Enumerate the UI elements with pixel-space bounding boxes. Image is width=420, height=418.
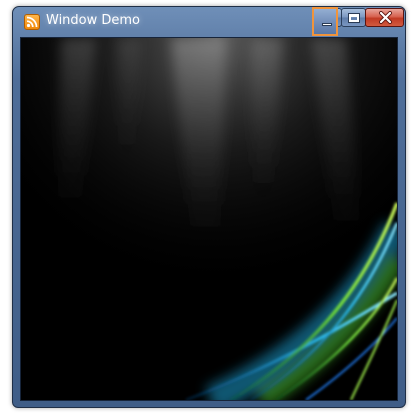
app-window: Window Demo (12, 6, 406, 408)
maximize-icon (348, 13, 360, 23)
minimize-button-highlight[interactable] (312, 7, 338, 36)
minimize-icon (322, 23, 332, 26)
window-client-area[interactable] (20, 37, 398, 401)
close-icon (379, 11, 392, 24)
close-button[interactable] (365, 8, 404, 27)
maximize-button[interactable] (341, 8, 366, 27)
aurora-wallpaper (21, 38, 397, 400)
window-title: Window Demo (46, 13, 141, 28)
title-bar[interactable]: Window Demo (13, 7, 405, 37)
rss-feed-icon[interactable] (24, 14, 40, 30)
